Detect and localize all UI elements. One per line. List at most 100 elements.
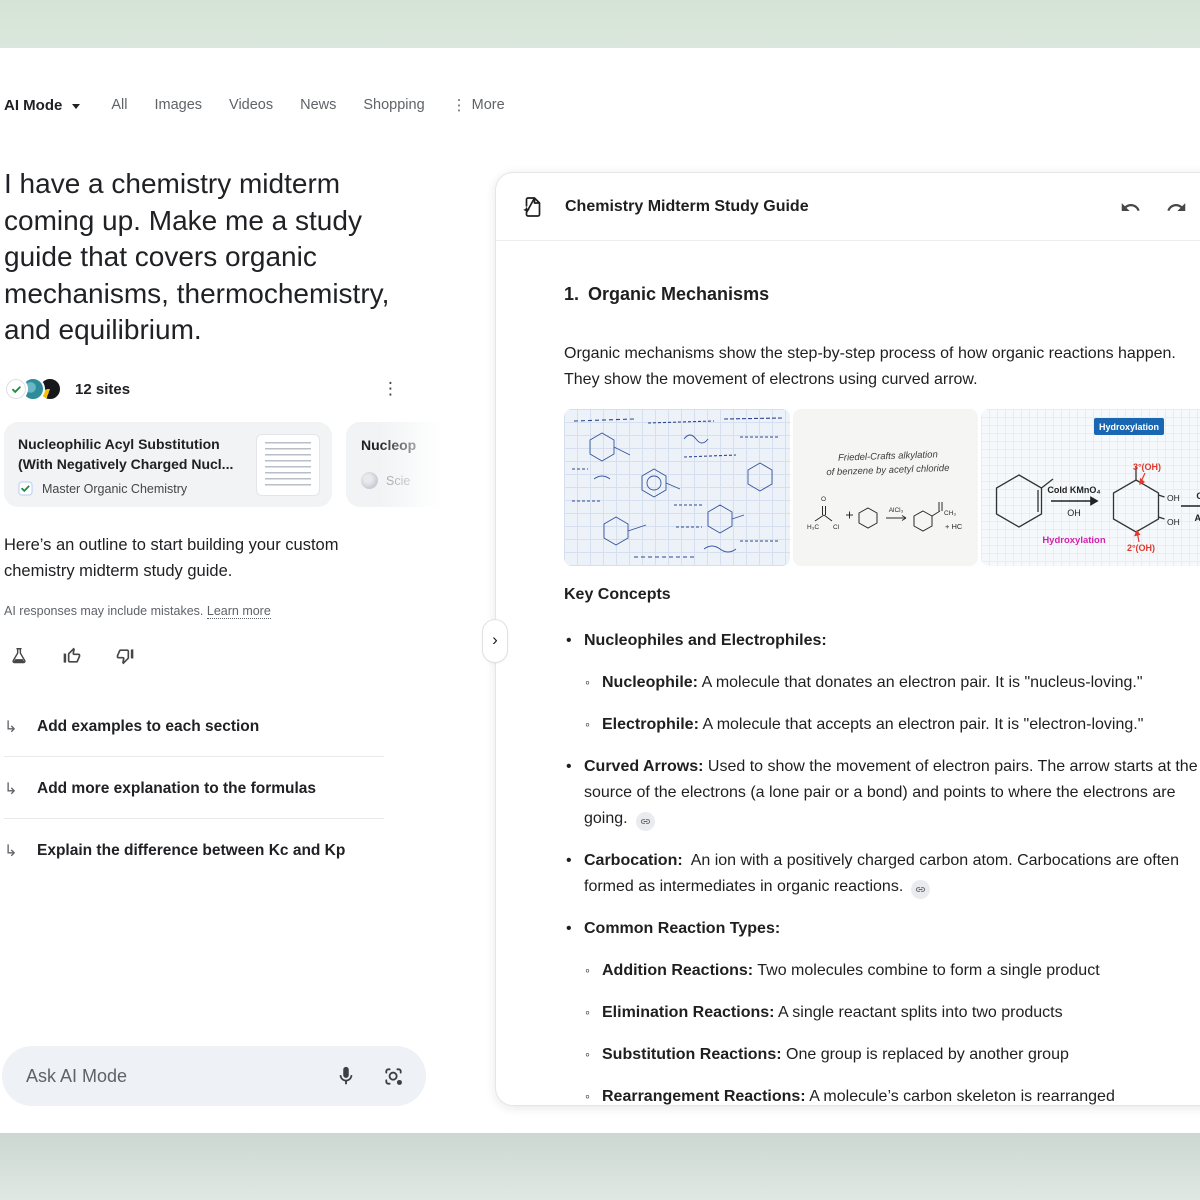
disclaimer-text: AI responses may include mistakes. — [4, 604, 203, 618]
image-caption-line1: Friedel-Crafts alkylation — [838, 449, 938, 463]
ask-ai-mode-bar — [2, 1046, 426, 1106]
list-item: Electrophile: A molecule that accepts an… — [564, 712, 1200, 738]
redo-icon[interactable] — [1166, 197, 1188, 219]
source-card-partial[interactable]: Nucleop Scie — [346, 422, 452, 507]
card-fade-overlay — [346, 422, 452, 507]
bullet-label: Addition Reactions: — [602, 962, 753, 979]
study-guide-content: 1. Organic Mechanisms Organic mechanisms … — [496, 281, 1200, 1106]
image-caption-line2: of benzene by acetyl chloride — [826, 463, 949, 478]
list-item: Rearrangement Reactions: A molecule’s ca… — [564, 1084, 1200, 1106]
source-card-title-line2: (With Negatively Charged Nucl... — [18, 454, 248, 474]
panel-collapse-button[interactable]: › — [482, 619, 508, 663]
suggestion-add-examples[interactable]: ↳ Add examples to each section — [4, 712, 390, 742]
answer-menu-kebab-icon[interactable]: ⋮ — [382, 379, 399, 399]
ai-mode-label: AI Mode — [4, 97, 62, 114]
suggestion-label: Add examples to each section — [37, 718, 259, 736]
section-number: 1. — [564, 284, 579, 304]
source-card-meta: Nucleophilic Acyl Substitution (With Neg… — [18, 434, 248, 496]
product-oh-top: OH — [1167, 493, 1180, 503]
tab-ai-mode[interactable]: AI Mode — [4, 97, 80, 114]
suggestion-arrow-icon: ↳ — [4, 717, 22, 737]
chevron-right-icon: › — [492, 630, 498, 650]
source-thumbnail — [256, 434, 320, 496]
tab-shopping[interactable]: Shopping — [363, 97, 424, 113]
formula-h3c: H₃C — [807, 524, 819, 531]
suggestion-arrow-icon: ↳ — [4, 779, 22, 799]
citation-link-icon[interactable] — [911, 880, 930, 899]
tab-all[interactable]: All — [111, 97, 127, 113]
sites-count-label: 12 sites — [75, 381, 130, 398]
microphone-icon[interactable] — [333, 1063, 359, 1089]
answer-intro-text: Here’s an outline to start building your… — [4, 532, 386, 584]
top-gradient-band — [0, 0, 1200, 48]
divider — [4, 818, 384, 819]
hydroxylation-badge: Hydroxylation — [1099, 422, 1159, 432]
list-item: Common Reaction Types: — [564, 916, 1200, 942]
list-item: Nucleophiles and Electrophiles: — [564, 628, 1200, 654]
learn-more-link[interactable]: Learn more — [207, 604, 271, 619]
ai-disclaimer: AI responses may include mistakes. Learn… — [4, 604, 271, 618]
tab-news[interactable]: News — [300, 97, 336, 113]
citation-link-icon[interactable] — [636, 812, 655, 831]
oxidant-cro3: CrO₃ — [1196, 491, 1200, 501]
source-card-source: Master Organic Chemistry — [18, 481, 248, 496]
sources-summary[interactable]: 12 sites — [4, 377, 130, 401]
intro-line: Organic mechanisms show the step-by-step… — [564, 341, 1200, 367]
source-card-nucleophilic[interactable]: Nucleophilic Acyl Substitution (With Neg… — [4, 422, 332, 507]
more-kebab-icon: ⋮ — [452, 96, 467, 114]
suggestion-more-explanation[interactable]: ↳ Add more explanation to the formulas — [4, 774, 390, 804]
reagent-oh: OH — [1067, 508, 1081, 518]
more-label: More — [472, 97, 505, 113]
intro-line: They show the movement of electrons usin… — [564, 367, 1200, 393]
tab-videos[interactable]: Videos — [229, 97, 273, 113]
thumbs-down-icon[interactable] — [114, 645, 136, 667]
suggestion-kc-kp[interactable]: ↳ Explain the difference between Kc and … — [4, 836, 390, 866]
list-item: Curved Arrows: Used to show the movement… — [564, 754, 1200, 832]
bullet-text: A molecule’s carbon skeleton is rearrang… — [809, 1088, 1115, 1105]
key-concepts-list: Nucleophiles and Electrophiles: Nucleoph… — [564, 628, 1200, 1106]
bullet-text: An ion with a positively charged carbon … — [691, 852, 1179, 869]
list-item: Substitution Reactions: One group is rep… — [564, 1042, 1200, 1068]
tab-images[interactable]: Images — [154, 97, 202, 113]
bullet-label: Common Reaction Types: — [584, 920, 780, 937]
key-concepts-heading: Key Concepts — [564, 582, 1200, 608]
suggestion-label: Explain the difference between Kc and Kp — [37, 842, 345, 860]
google-lens-icon[interactable] — [380, 1063, 406, 1089]
hydroxylation-label-magenta: Hydroxylation — [1042, 535, 1106, 546]
section-intro: Organic mechanisms show the step-by-step… — [564, 341, 1200, 393]
bullet-text: formed as intermediates in organic react… — [584, 878, 903, 895]
bullet-label: Electrophile: — [602, 716, 699, 733]
formula-alcl3: AlCl₃ — [889, 507, 904, 514]
friedel-crafts-image[interactable]: Friedel-Crafts alkylation of benzene by … — [793, 409, 978, 566]
source-card-title-line1: Nucleophilic Acyl Substitution — [18, 434, 248, 454]
product-oh-bottom: OH — [1167, 517, 1180, 527]
hydroxylation-image[interactable]: Hydroxylation — [981, 409, 1200, 566]
bullet-text: A molecule that donates an electron pair… — [702, 674, 1143, 691]
chemistry-images-row: Friedel-Crafts alkylation of benzene by … — [564, 409, 1200, 566]
section-heading: 1. Organic Mechanisms — [564, 281, 1200, 307]
formula-ch3: CH₃ — [944, 510, 956, 517]
tab-more[interactable]: ⋮ More — [452, 96, 505, 114]
formula-plus-hcl: + HC — [945, 522, 963, 531]
bullet-label: Elimination Reactions: — [602, 1004, 774, 1021]
bullet-label: Rearrangement Reactions: — [602, 1088, 806, 1105]
bullet-text: A molecule that accepts an electron pair… — [702, 716, 1143, 733]
bullet-label: Carbocation: — [584, 852, 683, 869]
ask-input[interactable] — [26, 1066, 333, 1087]
chemistry-notes-image[interactable] — [564, 409, 790, 566]
reagent-kmno4: Cold KMnO₄ — [1047, 485, 1100, 495]
suggestion-arrow-icon: ↳ — [4, 841, 22, 861]
user-query-text: I have a chemistry midterm coming up. Ma… — [4, 166, 406, 349]
list-item: Addition Reactions: Two molecules combin… — [564, 958, 1200, 984]
secondary-oh-label: 2°(OH) — [1127, 543, 1155, 553]
source-name: Master Organic Chemistry — [42, 482, 187, 496]
bullet-label: Nucleophiles and Electrophiles: — [584, 632, 827, 649]
search-nav-bar: AI Mode All Images Videos News Shopping … — [4, 88, 505, 122]
study-guide-title: Chemistry Midterm Study Guide — [565, 198, 809, 216]
labs-flask-icon[interactable] — [8, 645, 30, 667]
thumbs-up-icon[interactable] — [61, 645, 83, 667]
suggestion-label: Add more explanation to the formulas — [37, 780, 316, 798]
section-title: Organic Mechanisms — [588, 284, 769, 304]
answer-actions — [8, 645, 136, 667]
undo-icon[interactable] — [1120, 197, 1142, 219]
